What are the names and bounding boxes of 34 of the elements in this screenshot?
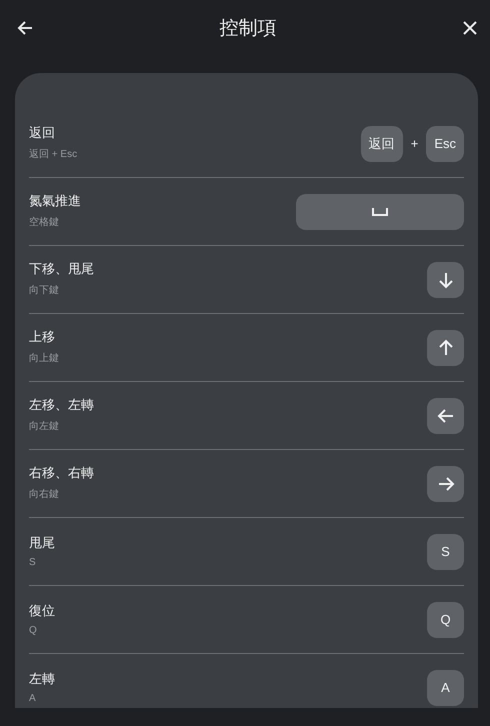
key-binding-text: 向下鍵 <box>29 284 60 297</box>
control-name: 左轉 <box>29 670 55 688</box>
control-name: 復位 <box>29 602 55 620</box>
arrow-up-icon <box>436 338 454 356</box>
key-binding-text: 空格鍵 <box>29 216 60 229</box>
arrow-key-button[interactable] <box>427 330 464 366</box>
key-binding-text: 向右鍵 <box>29 488 60 501</box>
key-binding-text: 向左鍵 <box>29 420 60 433</box>
arrow-key-button[interactable] <box>427 262 464 298</box>
key-binding-text: A <box>29 692 37 704</box>
key-binding-text: 向上鍵 <box>29 352 59 365</box>
control-name: 左移、左轉 <box>29 396 94 414</box>
plus-sign: + <box>410 136 420 151</box>
arrow-key-button[interactable] <box>427 466 464 502</box>
key-button[interactable]: Q <box>427 602 464 638</box>
key-binding-text: S <box>29 556 37 568</box>
control-name: 氮氣推進 <box>29 192 81 210</box>
arrow-left-icon <box>436 406 454 424</box>
control-name: 返回 <box>29 124 56 142</box>
key-button[interactable]: A <box>427 670 464 706</box>
control-name: 下移、甩尾 <box>29 260 94 278</box>
key-button[interactable]: 返回 <box>360 126 403 162</box>
control-name: 上移 <box>29 328 56 346</box>
key-binding-text: Q <box>29 624 38 636</box>
arrow-right-icon <box>436 474 454 492</box>
arrow-key-button[interactable] <box>427 398 464 434</box>
page-title: 控制項 <box>220 16 276 40</box>
key-button[interactable]: Esc <box>426 126 464 162</box>
control-name: 右移、右轉 <box>29 464 94 482</box>
space-bar-icon <box>372 208 388 216</box>
key-button[interactable]: S <box>427 534 464 570</box>
arrow-down-icon <box>436 270 454 288</box>
control-name: 甩尾 <box>29 534 55 552</box>
key-binding-text: 返回 + Esc <box>29 148 78 161</box>
